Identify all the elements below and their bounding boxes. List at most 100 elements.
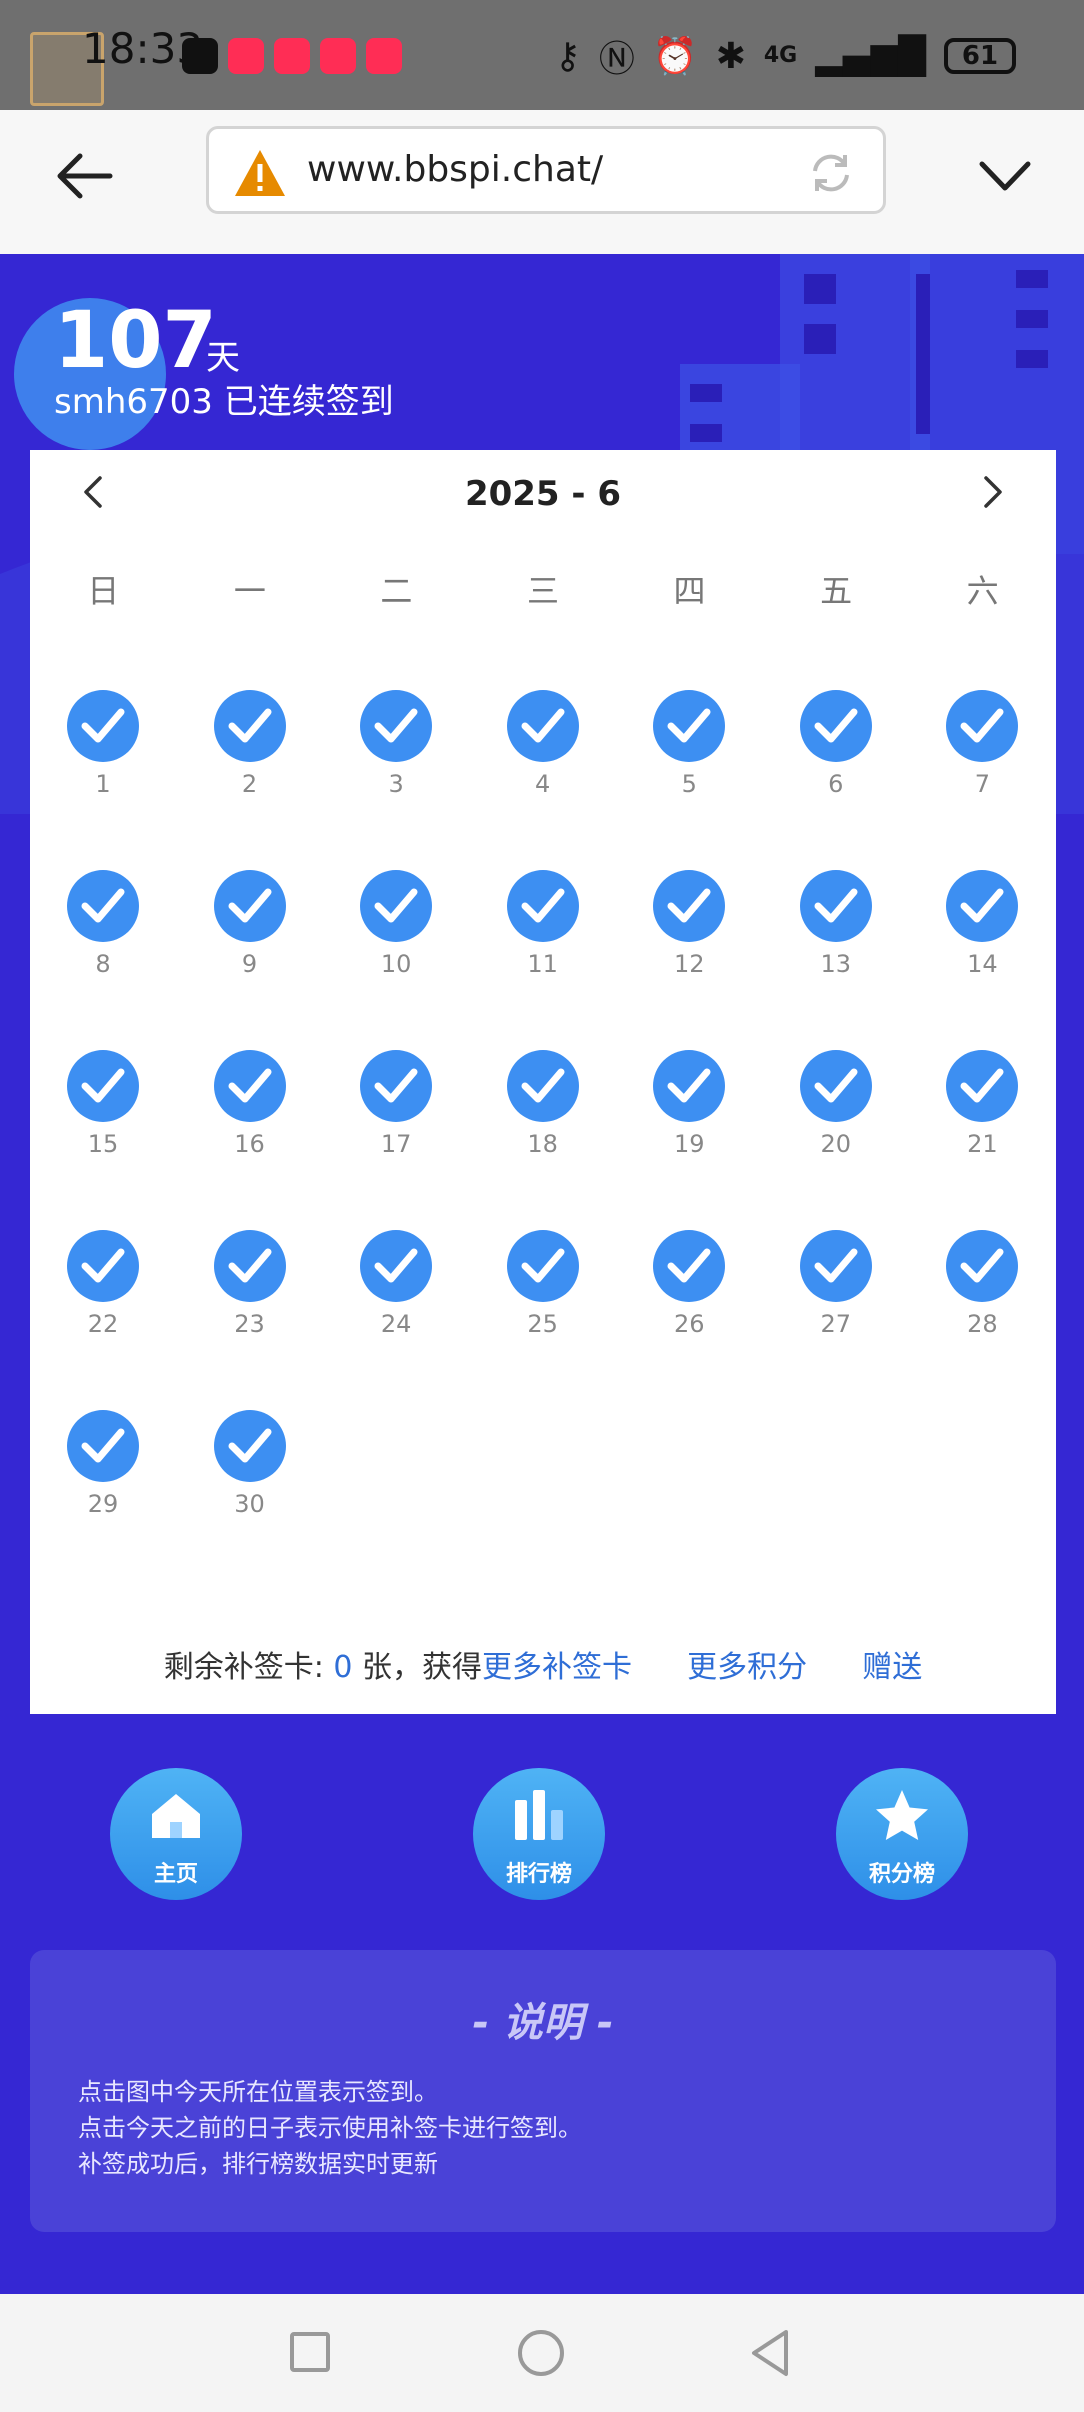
calendar-day[interactable]: 13	[763, 870, 910, 1050]
calendar-day-number: 7	[974, 770, 991, 798]
calendar-day-number: 27	[820, 1310, 852, 1338]
calendar-day[interactable]: 16	[177, 1050, 324, 1230]
calendar-day-number: 28	[967, 1310, 998, 1338]
checkmark-icon	[799, 870, 872, 942]
instruction-line: 点击今天之前的日子表示使用补签卡进行签到。	[78, 2114, 582, 2142]
home-circle-icon[interactable]	[518, 2330, 564, 2376]
calendar-month-title: 2025 - 6	[464, 474, 622, 514]
calendar-day[interactable]: 2	[177, 690, 324, 870]
leaderboard-button-label: 排行榜	[505, 1862, 572, 1887]
calendar-day[interactable]: 24	[323, 1230, 470, 1410]
back-triangle-icon[interactable]	[748, 2328, 792, 2378]
checkmark-icon	[946, 1230, 1019, 1302]
checkmark-icon	[653, 1230, 726, 1302]
leaderboard-button[interactable]: 排行榜	[473, 1768, 605, 1900]
calendar-day-number: 3	[388, 770, 404, 798]
weekday-label: 四	[673, 572, 706, 610]
calendar-day-number: 14	[967, 950, 998, 978]
calendar-day[interactable]: 3	[323, 690, 470, 870]
calendar-day[interactable]: 28	[909, 1230, 1056, 1410]
calendar-day[interactable]: 11	[470, 870, 617, 1050]
weekday-header: 日 一 二 三 四 五 六	[30, 566, 1056, 612]
checkmark-icon	[506, 690, 579, 762]
url-field[interactable]: www.bbspi.chat/	[206, 126, 886, 214]
calendar-day-number: 29	[87, 1490, 119, 1518]
calendar-day[interactable]: 14	[909, 870, 1056, 1050]
calendar-day[interactable]: 21	[909, 1050, 1056, 1230]
checkmark-icon	[946, 1050, 1019, 1122]
alarm-icon: ⏰	[652, 36, 698, 77]
calendar-day-number: 10	[380, 950, 412, 978]
back-arrow-icon[interactable]	[52, 144, 116, 208]
more-makeup-cards-link[interactable]: 更多补签卡	[482, 1650, 632, 1685]
chevron-down-icon[interactable]	[976, 146, 1034, 204]
weekday-label: 三	[526, 572, 559, 610]
checkmark-icon	[360, 870, 433, 942]
calendar-day[interactable]: 19	[616, 1050, 763, 1230]
calendar-day[interactable]: 4	[470, 690, 617, 870]
calendar-day[interactable]: 12	[616, 870, 763, 1050]
reload-icon[interactable]	[807, 149, 855, 197]
calendar-day[interactable]: 7	[909, 690, 1056, 870]
points-board-button[interactable]: 积分榜	[836, 1768, 968, 1900]
chevron-right-icon[interactable]	[972, 472, 1012, 512]
battery-indicator: 61	[944, 38, 1016, 74]
calendar-day-number: 30	[234, 1490, 265, 1518]
calendar-day[interactable]: 9	[177, 870, 324, 1050]
more-points-link[interactable]: 更多积分	[687, 1650, 807, 1685]
weekday-label: 六	[966, 572, 999, 610]
home-button-label: 主页	[153, 1862, 198, 1887]
calendar-day[interactable]: 23	[177, 1230, 324, 1410]
instructions-panel: - 说明 - 点击图中今天所在位置表示签到。 点击今天之前的日子表示使用补签卡进…	[30, 1950, 1056, 2232]
nfc-icon: Ⓝ	[598, 39, 635, 80]
checkmark-icon	[213, 1410, 286, 1482]
calendar-day-number: 24	[380, 1310, 412, 1338]
checkmark-icon	[67, 1230, 139, 1302]
checkmark-icon	[67, 690, 139, 762]
checkmark-icon	[653, 870, 726, 942]
calendar-day-number: 1	[95, 770, 111, 798]
checkmark-icon	[799, 1230, 872, 1302]
calendar-day[interactable]: 20	[763, 1050, 910, 1230]
checkmark-icon	[506, 1230, 579, 1302]
calendar-day-number: 22	[87, 1310, 119, 1338]
home-button[interactable]: 主页	[110, 1768, 242, 1900]
calendar-day[interactable]: 8	[30, 870, 177, 1050]
checkmark-icon	[67, 1050, 139, 1122]
gift-link[interactable]: 赠送	[862, 1650, 922, 1685]
checkmark-icon	[213, 1230, 286, 1302]
calendar-day-number: 21	[967, 1130, 998, 1158]
calendar-day[interactable]: 29	[30, 1410, 177, 1590]
calendar-day[interactable]: 30	[177, 1410, 324, 1590]
xiaohongshu-app-icon	[274, 38, 310, 74]
checkmark-icon	[653, 690, 726, 762]
calendar-day-number: 12	[673, 950, 705, 978]
streak-days-count: 107	[54, 296, 217, 386]
calendar-day[interactable]: 25	[470, 1230, 617, 1410]
calendar-day[interactable]: 1	[30, 690, 177, 870]
calendar-day-number: 11	[527, 950, 558, 978]
recent-apps-icon[interactable]	[290, 2332, 330, 2372]
calendar-day-number: 26	[673, 1310, 705, 1338]
home-icon	[152, 1794, 200, 1838]
calendar-day[interactable]: 10	[323, 870, 470, 1050]
calendar-day-number: 20	[820, 1130, 852, 1158]
network-type: 4G	[763, 43, 798, 68]
calendar-day[interactable]: 22	[30, 1230, 177, 1410]
calendar-day-number: 18	[527, 1130, 558, 1158]
calendar-day[interactable]: 5	[616, 690, 763, 870]
calendar-day[interactable]: 27	[763, 1230, 910, 1410]
calendar-day[interactable]: 18	[470, 1050, 617, 1230]
checkmark-icon	[653, 1050, 726, 1122]
calendar-day[interactable]: 17	[323, 1050, 470, 1230]
checkmark-icon	[213, 870, 286, 942]
calendar-day-number: 8	[95, 950, 111, 978]
calendar-days-grid: 1 2 3 4 5 6 7 8 9 10 11 12 13 14 15 16 17 18 19 20 21 22 23 24 2…	[30, 690, 1056, 1590]
calendar-day-number: 25	[527, 1310, 558, 1338]
checkmark-icon	[213, 690, 286, 762]
calendar-day[interactable]: 15	[30, 1050, 177, 1230]
calendar-day[interactable]: 6	[763, 690, 910, 870]
signal-icon: ▂▄▆█	[815, 35, 926, 77]
makeup-card-prefix: 剩余补签卡:	[163, 1650, 324, 1685]
calendar-day[interactable]: 26	[616, 1230, 763, 1410]
